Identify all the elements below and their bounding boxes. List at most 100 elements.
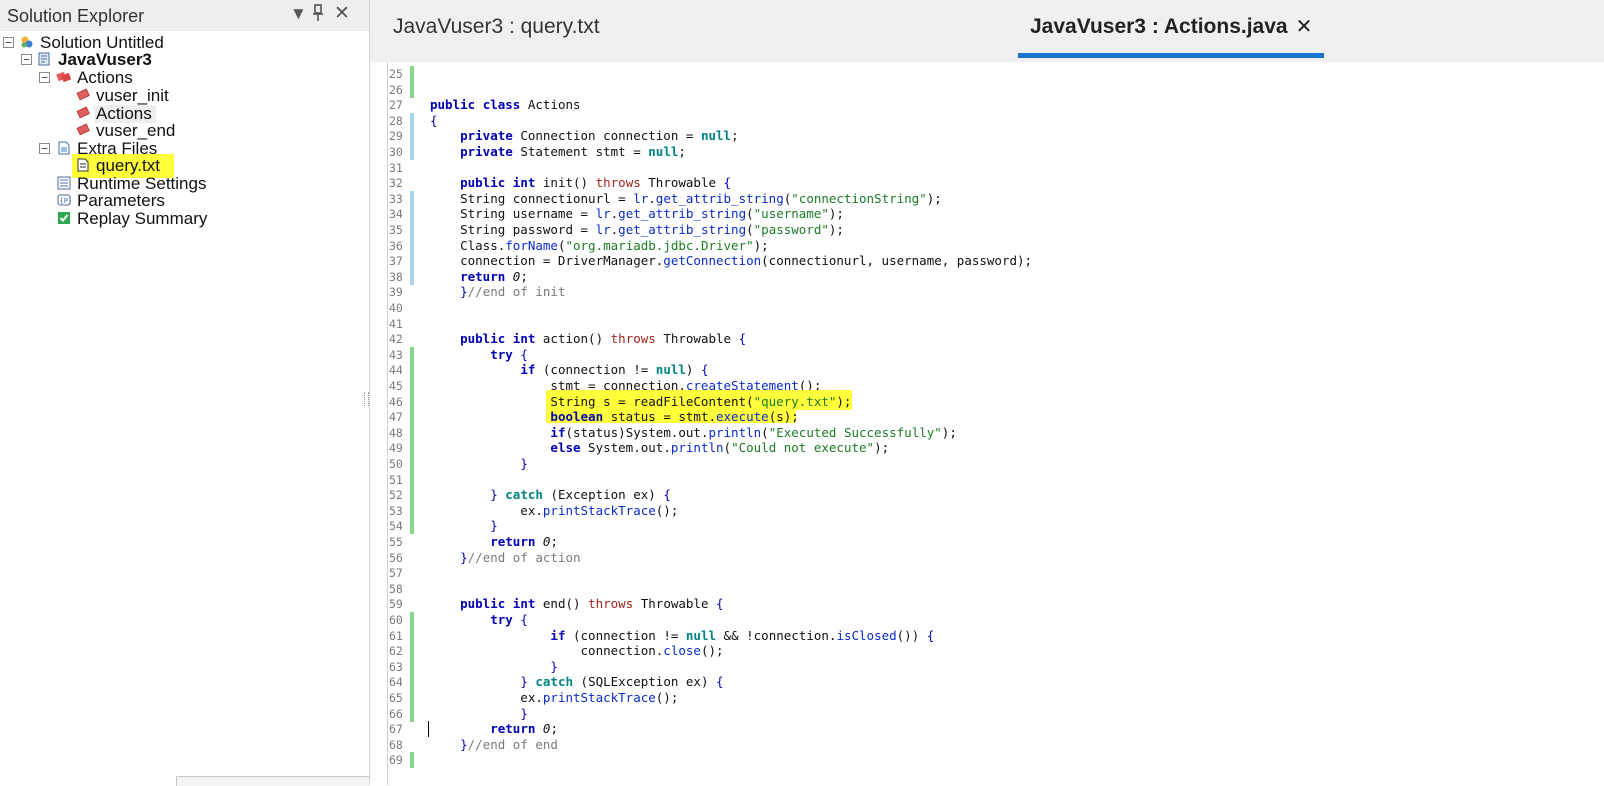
code-text: private Connection connection = null; <box>460 128 739 144</box>
tree-item-actions-folder[interactable]: − Actions <box>0 69 360 87</box>
tree-item-vuser-init[interactable]: vuser_init <box>0 87 360 105</box>
line-number: 46 <box>389 394 403 409</box>
change-marker-added <box>410 81 414 98</box>
tree-item-parameters[interactable]: {P} Parameters <box>0 192 360 210</box>
code-line: 32 public int init() throws Throwable { <box>370 175 1604 191</box>
tree-item-script[interactable]: − JavaVuser3 <box>0 51 360 69</box>
collapse-icon[interactable]: − <box>39 72 50 83</box>
code-line: 55 return 0; <box>370 534 1604 550</box>
replay-summary-icon <box>57 211 71 225</box>
code-line: 35 String password = lr.get_attrib_strin… <box>370 222 1604 238</box>
tree-item-label: query.txt <box>96 156 160 175</box>
script-icon <box>38 52 52 66</box>
code-line: 37 connection = DriverManager.getConnect… <box>370 253 1604 270</box>
line-number: 64 <box>389 675 403 690</box>
tree-item-vuser-end[interactable]: vuser_end <box>0 122 360 140</box>
line-number: 39 <box>389 285 403 300</box>
code-line: 49 else System.out.println("Could not ex… <box>370 440 1604 457</box>
tree-item-solution[interactable]: − Solution Untitled <box>0 34 360 52</box>
code-line: 42 public int action() throws Throwable … <box>370 331 1604 347</box>
line-number: 60 <box>389 613 403 627</box>
change-marker-saved <box>410 253 414 270</box>
line-number: 35 <box>389 223 403 237</box>
line-number: 47 <box>389 410 403 425</box>
close-icon[interactable]: ✕ <box>334 4 350 24</box>
change-marker-saved <box>410 222 414 238</box>
tree-item-actions[interactable]: Actions <box>0 105 360 123</box>
code-text: try { <box>490 612 528 627</box>
dropdown-arrow-icon[interactable]: ▼ <box>290 4 307 24</box>
code-line: 48 if(status)System.out.println("Execute… <box>370 424 1604 441</box>
code-text: } <box>520 456 528 471</box>
change-marker-added <box>410 362 414 379</box>
splitter-grip[interactable] <box>364 392 369 406</box>
action-icon <box>76 88 90 102</box>
code-text: String connectionurl = lr.get_attrib_str… <box>430 190 942 206</box>
code-text: }//end of init <box>460 284 566 300</box>
change-marker-added <box>410 487 414 504</box>
line-number: 41 <box>389 316 403 331</box>
code-line: 69 <box>370 752 1604 769</box>
tree-item-label: Replay Summary <box>77 209 208 228</box>
line-number: 55 <box>389 535 403 549</box>
code-line: 62 connection.close(); <box>370 643 1604 660</box>
code-line: 61 if (connection != null && !connection… <box>370 627 1604 644</box>
collapse-icon[interactable]: − <box>21 54 32 65</box>
tree-item-replay-summary[interactable]: Replay Summary <box>0 210 360 228</box>
line-number: 51 <box>389 472 403 487</box>
change-marker-added <box>410 456 414 472</box>
line-number: 29 <box>389 129 403 144</box>
line-number: 36 <box>389 238 403 253</box>
pin-icon[interactable] <box>311 4 325 27</box>
tab-query-txt[interactable]: JavaVuser3 : query.txt <box>381 0 612 58</box>
code-text: if (connection != null && !connection.is… <box>550 627 935 643</box>
explorer-header: Solution Explorer ▼ ✕ <box>0 0 369 31</box>
code-text: return 0; <box>460 268 528 284</box>
tree-item-extra-files[interactable]: − Extra Files <box>0 140 360 158</box>
tree-item-runtime-settings[interactable]: Runtime Settings <box>0 175 360 193</box>
collapse-icon[interactable]: − <box>3 37 14 48</box>
code-text: else System.out.println("Could not execu… <box>550 440 890 456</box>
code-line: 66 } <box>370 705 1604 722</box>
editor-tab-bar: JavaVuser3 : query.txt JavaVuser3 : Acti… <box>370 0 1604 62</box>
code-line: 27 public class Actions <box>370 97 1604 113</box>
change-marker-saved <box>410 144 414 160</box>
code-line: 57 <box>370 565 1604 581</box>
change-marker-added <box>410 378 414 394</box>
code-text: } <box>520 705 528 721</box>
close-tab-icon[interactable]: ✕ <box>1296 16 1313 38</box>
code-line: 38 return 0; <box>370 268 1604 285</box>
code-editor[interactable]: 25 26 27 public class Actions 28 {29 private … <box>370 62 1604 785</box>
tab-actions-java[interactable]: JavaVuser3 : Actions.java ✕ <box>1018 0 1325 58</box>
code-text: ex.printStackTrace(); <box>430 502 679 518</box>
code-line: 40 <box>370 300 1604 316</box>
code-text: Class.forName("org.mariadb.jdbc.Driver")… <box>430 237 769 253</box>
code-line: 50 } <box>370 456 1604 472</box>
line-number: 27 <box>389 98 403 113</box>
change-marker-added <box>410 424 414 441</box>
code-text: String username = lr.get_attrib_string("… <box>430 206 844 222</box>
line-number: 48 <box>389 425 403 440</box>
line-number: 66 <box>389 706 403 721</box>
tree-item-label: JavaVuser3 <box>58 50 152 69</box>
line-number: 62 <box>389 644 403 659</box>
collapse-icon[interactable]: − <box>39 143 50 154</box>
code-line: 33 String connectionurl = lr.get_attrib_… <box>370 190 1604 207</box>
code-line: 43 try { <box>370 346 1604 363</box>
code-text: } catch (SQLException ex) { <box>520 674 724 690</box>
extra-files-icon <box>57 141 71 155</box>
code-line: 44 if (connection != null) { <box>370 362 1604 379</box>
code-line: 26 <box>370 81 1604 98</box>
tree-item-query-txt[interactable]: query.txt <box>0 154 360 178</box>
code-text: public class Actions <box>430 97 581 113</box>
code-text: return 0; <box>490 534 558 549</box>
line-number: 69 <box>389 753 403 768</box>
tree-item-label: Actions <box>77 68 133 87</box>
code-line: 58 <box>370 581 1604 597</box>
code-text: public int action() throws Throwable { <box>460 331 747 347</box>
line-number: 45 <box>389 379 403 393</box>
line-number: 34 <box>389 207 403 222</box>
code-line: 39 }//end of init <box>370 284 1604 300</box>
code-line: 46 String s = readFileContent("query.txt… <box>370 389 1604 410</box>
change-marker-added <box>410 518 414 535</box>
